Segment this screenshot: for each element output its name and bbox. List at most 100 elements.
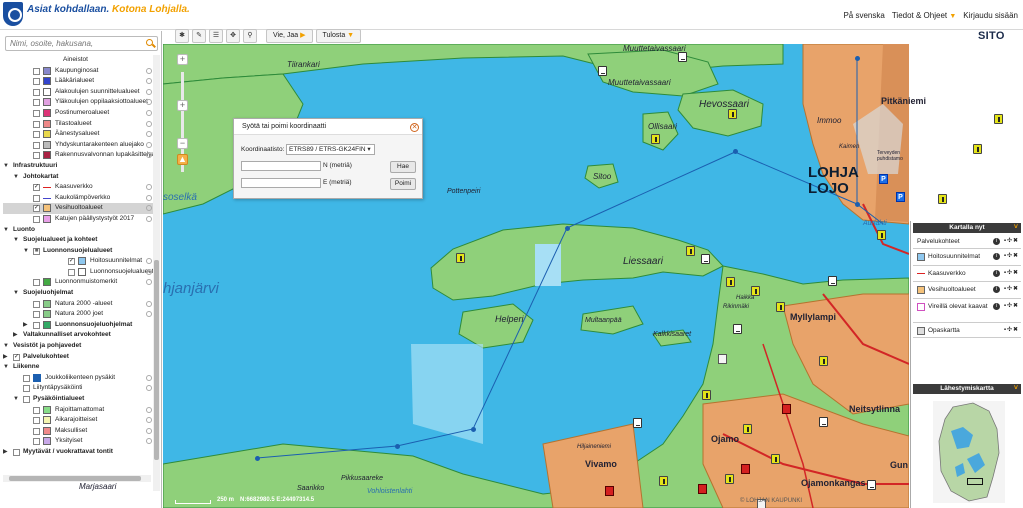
service-pin[interactable] (877, 230, 886, 240)
layer-item[interactable]: ▶ Luonnonsuojeluohjelmat (3, 320, 153, 331)
coordinate-system-select[interactable]: ETRS89 / ETRS-GK24FIN ▾ (286, 144, 375, 155)
layer-checkbox[interactable] (23, 396, 30, 403)
red-service-pin[interactable] (782, 404, 791, 414)
service-pin[interactable] (771, 454, 780, 464)
layer-item[interactable]: ▼ Johtokartat (3, 172, 153, 183)
list-tool-icon[interactable]: ☰ (209, 29, 223, 43)
layer-item[interactable]: ▶ ✓ Palvelukohteet (3, 352, 153, 363)
layer-item[interactable]: ▼ Luonto (3, 225, 153, 236)
collapse-icon[interactable]: ▼ (13, 288, 19, 299)
search-input[interactable] (5, 36, 158, 51)
horizontal-scrollbar-thumb[interactable] (9, 476, 141, 481)
layer-checkbox[interactable] (33, 417, 40, 425)
boat-pin[interactable] (598, 66, 607, 76)
select-tool-icon[interactable]: ✱ (175, 29, 189, 43)
layer-scrollbar[interactable] (153, 55, 160, 491)
boat-pin[interactable] (733, 324, 742, 334)
layer-checkbox[interactable] (33, 120, 40, 128)
overview-viewport-box[interactable] (967, 478, 983, 485)
layer-options-icon[interactable] (146, 120, 152, 127)
network-node[interactable] (565, 226, 570, 231)
service-pin[interactable] (651, 134, 660, 144)
layer-item[interactable]: ▼ Pysäköintialueet (3, 394, 153, 405)
service-pin[interactable] (728, 109, 737, 119)
layer-item[interactable]: ▶ Valtakunnalliset arvokohteet (3, 330, 153, 341)
layer-options-icon[interactable] (146, 215, 152, 222)
map-now-row[interactable]: Vesihuoltoalueet i ▪✣✖ (913, 282, 1021, 299)
layer-checkbox[interactable] (33, 131, 40, 139)
service-pin[interactable] (659, 476, 668, 486)
zoom-plus-button[interactable]: + (177, 100, 188, 111)
layer-item[interactable]: Aineistot (3, 55, 153, 66)
layer-checkbox[interactable] (33, 321, 40, 329)
expand-icon[interactable]: ▶ (23, 320, 28, 331)
share-button[interactable]: Vie, Jaa ▶ (266, 29, 313, 43)
row-controls-icon[interactable]: ▪✣✖ (1004, 237, 1019, 244)
service-pin[interactable] (702, 390, 711, 400)
layer-options-icon[interactable] (146, 300, 152, 307)
layer-checkbox[interactable] (33, 141, 40, 149)
layer-horizontal-scrollbar[interactable] (3, 475, 151, 482)
layer-options-icon[interactable] (146, 417, 152, 424)
pick-button[interactable]: Poimi (390, 178, 416, 190)
layer-checkbox[interactable] (33, 67, 40, 75)
scrollbar-thumb[interactable] (154, 260, 159, 460)
service-pin[interactable] (456, 253, 465, 263)
layer-checkbox[interactable] (33, 279, 40, 287)
collapse-icon[interactable]: ▼ (3, 161, 9, 172)
collapse-icon[interactable]: ▼ (13, 235, 19, 246)
zoom-home-button[interactable]: ▲ (177, 154, 188, 165)
info-icon[interactable]: i (993, 286, 1000, 293)
layer-options-icon[interactable] (146, 427, 152, 434)
layer-item[interactable]: ✓ Hoitosuunnitelmat (3, 256, 153, 267)
search-button[interactable]: Hae (390, 161, 416, 173)
red-service-pin[interactable] (605, 486, 614, 496)
row-controls-icon[interactable]: ▪✣✖ (1004, 252, 1019, 259)
layer-checkbox[interactable] (33, 99, 40, 107)
layer-item[interactable]: ✓ Kaasuverkko (3, 182, 153, 193)
layer-item[interactable]: ▼ Infrastruktuuri (3, 161, 153, 172)
layer-options-icon[interactable] (146, 385, 152, 392)
layer-checkbox[interactable] (23, 374, 30, 382)
network-node[interactable] (471, 427, 476, 432)
layer-checkbox[interactable] (33, 88, 40, 96)
collapse-icon[interactable]: ▼ (3, 341, 9, 352)
info-icon[interactable]: i (993, 253, 1000, 260)
layer-options-icon[interactable] (146, 67, 152, 74)
e-coordinate-input[interactable] (241, 178, 321, 188)
service-pin[interactable] (686, 246, 695, 256)
layer-item[interactable]: Aikarajoitteiset (3, 415, 153, 426)
layer-item[interactable]: Kaukolämpöverkko (3, 193, 153, 204)
layer-item[interactable]: ▼ Suojeluohjelmat (3, 288, 153, 299)
info-icon[interactable]: i (993, 270, 1000, 277)
info-menu[interactable]: Tiedot & Ohjeet ▼ (892, 11, 956, 20)
layer-options-icon[interactable] (146, 406, 152, 413)
layer-item[interactable]: Natura 2000 -alueet (3, 299, 153, 310)
boat-pin[interactable] (828, 276, 837, 286)
map-canvas[interactable]: Tiirankari Muuttetaivassaari Muuttetaiva… (79, 44, 1003, 508)
row-controls-icon[interactable]: ▪✣✖ (1004, 285, 1019, 292)
parking-pin[interactable]: P (879, 174, 888, 184)
service-pin[interactable] (819, 356, 828, 366)
layer-item[interactable]: Tilastoalueet (3, 119, 153, 130)
layer-checkbox[interactable] (33, 438, 40, 446)
layer-checkbox[interactable]: ✓ (33, 205, 40, 213)
network-node[interactable] (855, 202, 860, 207)
service-pin[interactable] (751, 286, 760, 296)
layer-item[interactable]: ✓ Vesihuoltoalueet (3, 203, 153, 214)
expand-icon[interactable]: ▶ (13, 330, 18, 341)
layer-item[interactable]: Äänestysalueet (3, 129, 153, 140)
layer-options-icon[interactable] (146, 78, 152, 85)
layer-options-icon[interactable] (146, 268, 152, 275)
collapse-icon[interactable]: ▼ (3, 225, 9, 236)
layer-item[interactable]: Luonnonmuistomerkit (3, 277, 153, 288)
layer-checkbox[interactable] (33, 215, 40, 223)
layer-item[interactable]: ▼ Suojelualueet ja kohteet (3, 235, 153, 246)
boat-pin[interactable] (701, 254, 710, 264)
collapse-icon[interactable]: ▼ (13, 394, 19, 405)
layer-checkbox[interactable]: ✓ (13, 353, 20, 361)
layer-checkbox[interactable]: ✓ (33, 184, 40, 192)
layer-item[interactable]: Maksulliset (3, 426, 153, 437)
service-pin[interactable] (743, 424, 752, 434)
layer-item[interactable]: Natura 2000 joet (3, 309, 153, 320)
